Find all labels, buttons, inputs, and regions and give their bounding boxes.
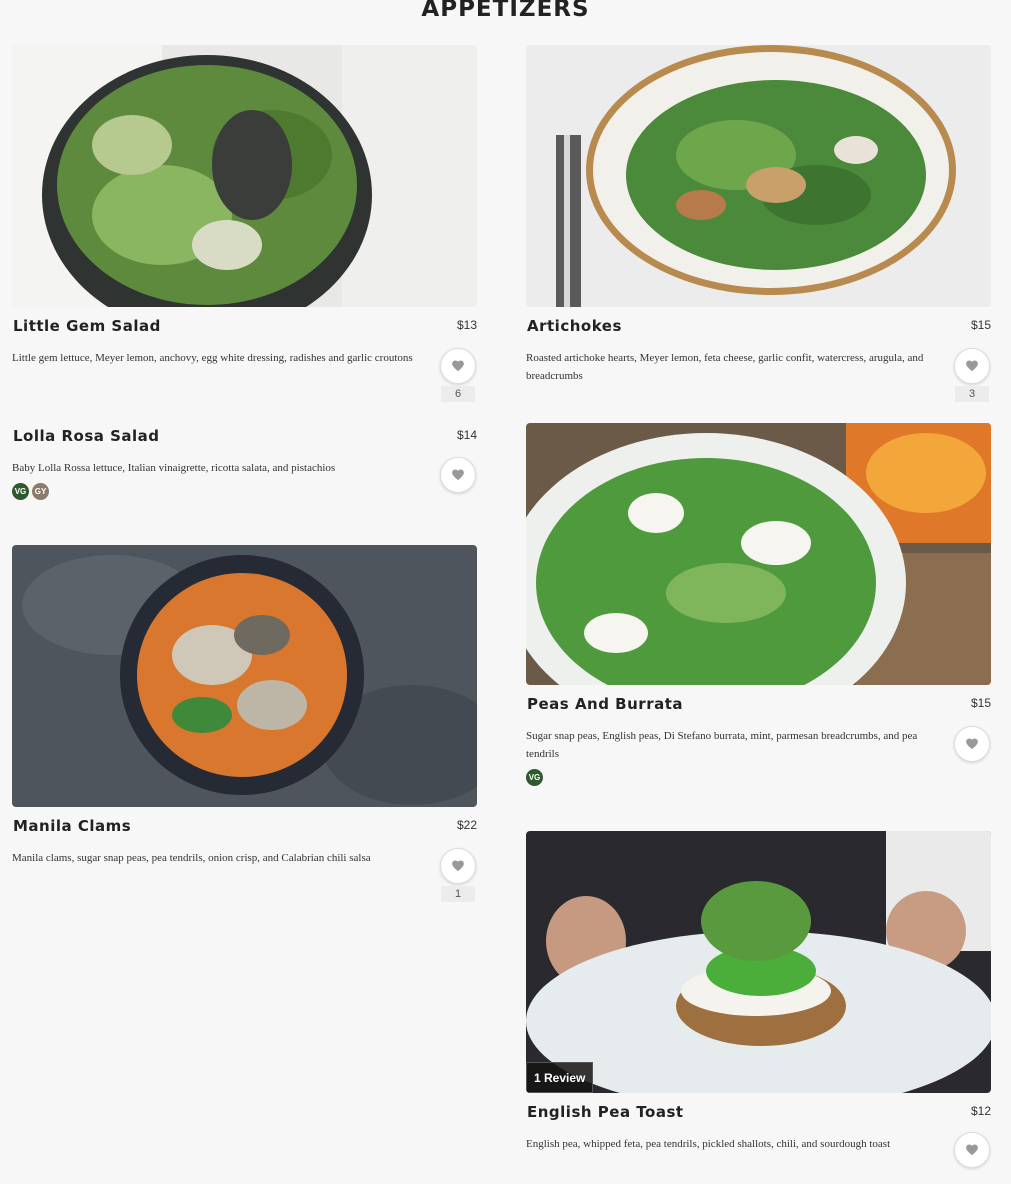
menu-item-manila-clams[interactable]: Manila Clams $22 Manila clams, sugar sna… <box>12 545 477 902</box>
item-name: English Pea Toast <box>527 1103 684 1121</box>
menu-item-artichokes[interactable]: Artichokes $15 Roasted artichoke hearts,… <box>526 45 991 402</box>
heart-icon <box>452 360 464 372</box>
heart-icon <box>966 1144 978 1156</box>
item-name: Peas And Burrata <box>527 695 684 713</box>
menu-item-little-gem-salad[interactable]: Little Gem Salad $13 Little gem lettuce,… <box>12 45 477 402</box>
item-description: Little gem lettuce, Meyer lemon, anchovy… <box>12 352 413 364</box>
like-button[interactable] <box>440 848 476 884</box>
menu-item-lolla-rosa-salad[interactable]: Lolla Rosa Salad $14 Baby Lolla Rossa le… <box>12 427 477 500</box>
like-count: 1 <box>441 886 475 902</box>
like-button[interactable] <box>440 348 476 384</box>
item-description: English pea, whipped feta, pea tendrils,… <box>526 1138 891 1150</box>
like-control[interactable] <box>953 1132 991 1168</box>
item-price: $13 <box>456 318 477 332</box>
item-name: Manila Clams <box>13 817 132 835</box>
like-control[interactable]: 3 <box>953 348 991 402</box>
like-control[interactable] <box>439 457 477 493</box>
vegetarian-tag: VG <box>526 769 543 786</box>
item-name: Little Gem Salad <box>13 317 161 335</box>
like-control[interactable] <box>953 726 991 762</box>
vegetarian-tag: VG <box>12 483 29 500</box>
item-description: Manila clams, sugar snap peas, pea tendr… <box>12 852 371 864</box>
peas-burrata-photo[interactable] <box>526 423 991 685</box>
menu-item-peas-and-burrata[interactable]: Peas And Burrata $15 Sugar snap peas, En… <box>526 423 991 786</box>
item-price: $14 <box>456 428 477 442</box>
menu-item-english-pea-toast[interactable]: 1 Review English Pea Toast $12 English p… <box>526 831 991 1168</box>
item-price: $15 <box>970 696 991 710</box>
item-description: Sugar snap peas, English peas, Di Stefan… <box>526 730 918 760</box>
like-count: 3 <box>955 386 989 402</box>
heart-icon <box>452 469 464 481</box>
heart-icon <box>452 860 464 872</box>
item-name: Lolla Rosa Salad <box>13 427 160 445</box>
like-button[interactable] <box>954 1132 990 1168</box>
like-button[interactable] <box>954 726 990 762</box>
artichoke-plate-photo[interactable] <box>526 45 991 307</box>
salad-bowl-photo[interactable] <box>12 45 477 307</box>
like-button[interactable] <box>954 348 990 384</box>
heart-icon <box>966 738 978 750</box>
review-badge[interactable]: 1 Review <box>526 1062 594 1093</box>
clams-bowl-photo[interactable] <box>12 545 477 807</box>
item-price: $22 <box>456 818 477 832</box>
like-count: 6 <box>441 386 475 402</box>
diet-tags: VG GY <box>12 483 477 500</box>
heart-icon <box>966 360 978 372</box>
item-description: Baby Lolla Rossa lettuce, Italian vinaig… <box>12 462 336 474</box>
item-price: $15 <box>970 318 991 332</box>
item-price: $12 <box>970 1104 991 1118</box>
diet-tags: VG <box>526 769 991 786</box>
item-name: Artichokes <box>527 317 622 335</box>
pea-toast-photo[interactable]: 1 Review <box>526 831 991 1093</box>
item-description: Roasted artichoke hearts, Meyer lemon, f… <box>526 352 924 382</box>
section-title: APPETIZERS <box>421 0 590 22</box>
like-button[interactable] <box>440 457 476 493</box>
like-control[interactable]: 1 <box>439 848 477 902</box>
gluten-tag: GY <box>32 483 49 500</box>
like-control[interactable]: 6 <box>439 348 477 402</box>
